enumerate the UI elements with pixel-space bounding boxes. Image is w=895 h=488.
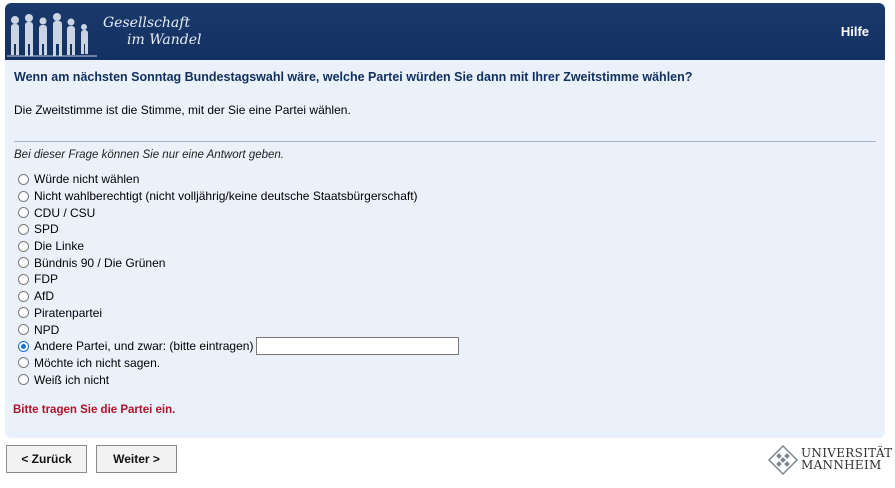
- logo-text: Gesellschaft im Wandel: [103, 15, 201, 49]
- option-label: Möchte ich nicht sagen.: [34, 355, 161, 370]
- radio-button[interactable]: [18, 173, 29, 185]
- radio-button[interactable]: [18, 307, 29, 319]
- radio-button[interactable]: [18, 207, 29, 219]
- university-seal-icon: [767, 444, 799, 476]
- option-npd[interactable]: NPD: [18, 321, 459, 338]
- option-andere-partei[interactable]: Andere Partei, und zwar: (bitte eintrage…: [18, 337, 460, 356]
- radio-button[interactable]: [18, 374, 29, 386]
- back-button[interactable]: < Zurück: [6, 445, 87, 473]
- divider: [14, 141, 876, 142]
- option-nicht-wahlberechtigt[interactable]: Nicht wahlberechtigt (nicht volljährig/k…: [18, 188, 459, 205]
- other-party-input[interactable]: [256, 337, 460, 356]
- option-label: Die Linke: [34, 239, 85, 254]
- radio-button[interactable]: [18, 190, 29, 202]
- option-label: Andere Partei, und zwar: (bitte eintrage…: [34, 339, 254, 354]
- people-silhouettes-icon: [7, 13, 97, 57]
- option-label: Würde nicht wählen: [34, 172, 140, 187]
- option-weiss-nicht[interactable]: Weiß ich nicht: [18, 371, 459, 388]
- radio-button[interactable]: [18, 223, 29, 235]
- option-label: Weiß ich nicht: [34, 372, 110, 387]
- option-wuerde-nicht-waehlen[interactable]: Würde nicht wählen: [18, 171, 459, 188]
- help-link[interactable]: Hilfe: [841, 24, 869, 39]
- radio-button[interactable]: [18, 290, 29, 302]
- option-label: FDP: [34, 272, 58, 287]
- option-label: Piratenpartei: [34, 305, 103, 320]
- header-bar: Gesellschaft im Wandel Hilfe: [5, 3, 885, 60]
- answer-options: Würde nicht wählen Nicht wahlberechtigt …: [18, 171, 460, 388]
- option-label: Nicht wahlberechtigt (nicht volljährig/k…: [34, 189, 418, 204]
- validation-error: Bitte tragen Sie die Partei ein.: [13, 404, 176, 416]
- option-gruene[interactable]: Bündnis 90 / Die Grünen: [18, 254, 459, 271]
- option-moechte-nicht-sagen[interactable]: Möchte ich nicht sagen.: [18, 355, 459, 372]
- option-spd[interactable]: SPD: [18, 221, 459, 238]
- question-title: Wenn am nächsten Sonntag Bundestagswahl …: [14, 70, 693, 84]
- option-afd[interactable]: AfD: [18, 288, 459, 305]
- answer-instruction: Bei dieser Frage können Sie nur eine Ant…: [14, 149, 284, 161]
- radio-button-selected[interactable]: [18, 340, 29, 352]
- logo-line-1: Gesellschaft: [103, 15, 191, 31]
- university-name: UNIVERSITÄT MANNHEIM: [801, 447, 892, 471]
- gesellschaft-im-wandel-logo: Gesellschaft im Wandel: [7, 9, 217, 59]
- logo-line-2: im Wandel: [127, 32, 202, 48]
- option-label: AfD: [34, 289, 55, 304]
- option-cdu-csu[interactable]: CDU / CSU: [18, 204, 459, 221]
- option-piratenpartei[interactable]: Piratenpartei: [18, 305, 459, 322]
- radio-button[interactable]: [18, 240, 29, 252]
- option-label: CDU / CSU: [34, 205, 96, 220]
- question-explanation: Die Zweitstimme ist die Stimme, mit der …: [14, 103, 351, 117]
- university-line-2: MANNHEIM: [801, 458, 882, 472]
- option-label: NPD: [34, 322, 60, 337]
- option-label: Bündnis 90 / Die Grünen: [34, 255, 166, 270]
- radio-button[interactable]: [18, 273, 29, 285]
- option-die-linke[interactable]: Die Linke: [18, 238, 459, 255]
- survey-panel: Gesellschaft im Wandel Hilfe Wenn am näc…: [5, 3, 885, 438]
- radio-button[interactable]: [18, 357, 29, 369]
- next-button[interactable]: Weiter >: [96, 445, 177, 473]
- radio-button[interactable]: [18, 324, 29, 336]
- option-fdp[interactable]: FDP: [18, 271, 459, 288]
- radio-button[interactable]: [18, 257, 29, 269]
- option-label: SPD: [34, 222, 59, 237]
